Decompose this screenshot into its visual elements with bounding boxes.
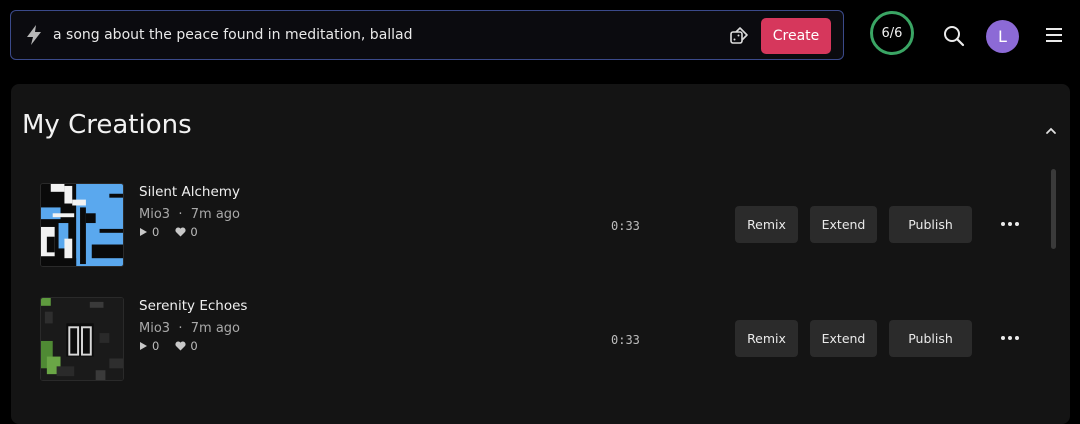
more-options-icon[interactable]: [1000, 219, 1020, 229]
extend-button[interactable]: Extend: [810, 320, 877, 357]
cover-art: [40, 297, 124, 381]
create-button[interactable]: Create: [761, 18, 831, 54]
cover-art: [40, 183, 124, 267]
extend-button[interactable]: Extend: [810, 206, 877, 243]
artist-name[interactable]: Mio3: [139, 207, 170, 222]
heart-icon: [175, 341, 186, 351]
play-count-icon: [140, 342, 147, 350]
meta-separator: ·: [174, 321, 187, 336]
creations-panel: My Creations Silent Alchemy Mio3 · 7m ag…: [11, 84, 1070, 424]
avatar[interactable]: L: [986, 20, 1019, 53]
play-count: 0: [152, 225, 160, 239]
song-stats: 0 0: [139, 225, 198, 239]
artist-name[interactable]: Mio3: [139, 321, 170, 336]
prompt-bar[interactable]: a song about the peace found in meditati…: [10, 10, 844, 60]
song-meta: Mio3 · 7m ago: [139, 207, 240, 222]
publish-button[interactable]: Publish: [889, 320, 972, 357]
song-title[interactable]: Silent Alchemy: [139, 184, 240, 200]
time-ago: 7m ago: [190, 321, 240, 336]
song-title[interactable]: Serenity Echoes: [139, 298, 247, 314]
credits-counter[interactable]: 6/6: [870, 11, 914, 55]
play-count-icon: [140, 228, 147, 236]
meta-separator: ·: [174, 207, 187, 222]
publish-button[interactable]: Publish: [889, 206, 972, 243]
scrollbar[interactable]: [1051, 169, 1056, 249]
like-count: 0: [190, 225, 198, 239]
section-title: My Creations: [22, 110, 192, 140]
dice-icon[interactable]: [729, 26, 749, 46]
heart-icon: [175, 227, 186, 237]
like-count: 0: [190, 339, 198, 353]
song-meta: Mio3 · 7m ago: [139, 321, 240, 336]
song-duration: 0:33: [611, 219, 640, 233]
song-row[interactable]: Silent Alchemy Mio3 · 7m ago 0 0 0:33 Re…: [11, 183, 1051, 269]
remix-button[interactable]: Remix: [735, 206, 798, 243]
time-ago: 7m ago: [190, 207, 240, 222]
song-duration: 0:33: [611, 333, 640, 347]
chevron-up-icon[interactable]: [1044, 124, 1058, 138]
more-options-icon[interactable]: [1000, 333, 1020, 343]
prompt-input[interactable]: a song about the peace found in meditati…: [53, 27, 413, 43]
song-stats: 0 0: [139, 339, 198, 353]
lightning-icon: [27, 25, 41, 45]
song-row[interactable]: Serenity Echoes Mio3 · 7m ago 0 0 0:33 R…: [11, 297, 1051, 383]
search-icon[interactable]: [942, 24, 966, 48]
play-count: 0: [152, 339, 160, 353]
remix-button[interactable]: Remix: [735, 320, 798, 357]
hamburger-menu-icon[interactable]: [1044, 26, 1064, 44]
